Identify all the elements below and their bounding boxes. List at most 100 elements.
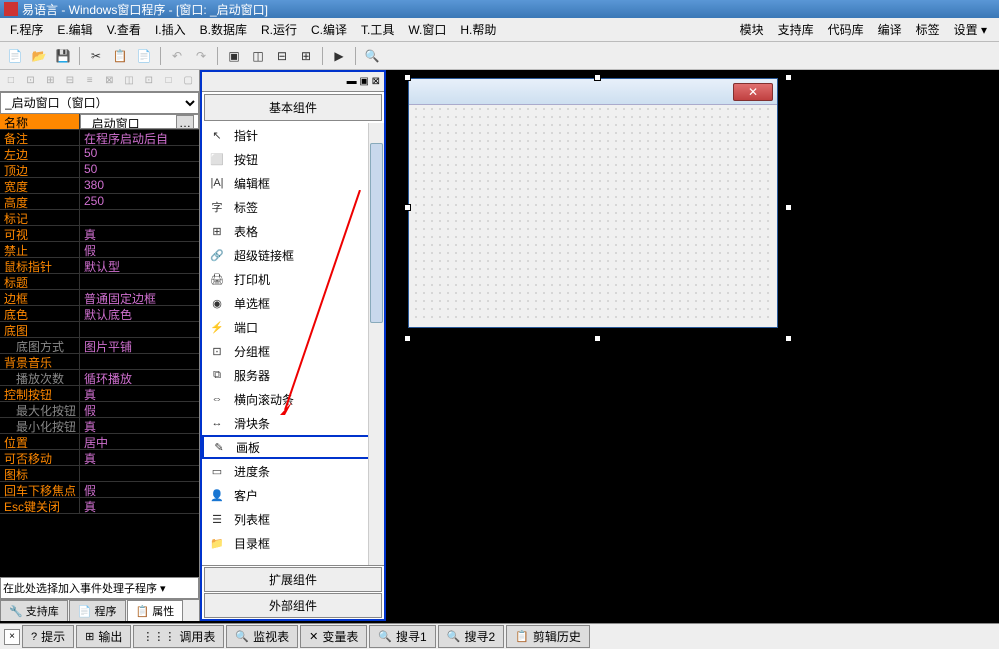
lt-btn8[interactable]: ⊡ [140,72,158,90]
menu-tools[interactable]: T.工具 [355,19,400,40]
scrollbar-thumb[interactable] [370,143,383,323]
design-canvas[interactable]: ✕ [386,70,999,621]
prop-row[interactable]: 图标 [0,466,199,482]
prop-row[interactable]: 背景音乐 [0,354,199,370]
prop-row[interactable]: 禁止假 [0,242,199,258]
cut-button[interactable]: ✂ [85,45,107,67]
resize-handle-tl[interactable] [404,74,411,81]
prop-row[interactable]: 标题 [0,274,199,290]
bt-prev[interactable]: × [4,629,20,645]
menu-edit[interactable]: E.编辑 [51,19,98,40]
prop-value[interactable]: 50 [80,146,199,161]
prop-value[interactable]: 假 [80,402,199,417]
lt-btn7[interactable]: ◫ [120,72,138,90]
prop-row[interactable]: 顶边50 [0,162,199,178]
layout1-button[interactable]: ▣ [223,45,245,67]
lt-btn9[interactable]: □ [160,72,178,90]
menu-support[interactable]: 支持库 [772,19,820,40]
prop-row[interactable]: 播放次数循环播放 [0,370,199,386]
lt-btn4[interactable]: ⊟ [61,72,79,90]
component-item[interactable]: ⇔横向滚动条 [202,387,384,411]
form-body[interactable] [412,105,774,324]
prop-row[interactable]: 底图方式图片平铺 [0,338,199,354]
tab-watch[interactable]: 🔍监视表 [226,625,298,648]
layout2-button[interactable]: ◫ [247,45,269,67]
tab-variables[interactable]: ✕变量表 [300,625,367,648]
form-close-button[interactable]: ✕ [733,83,773,101]
component-item[interactable]: 📁目录框 [202,531,384,555]
run-button[interactable]: ▶ [328,45,350,67]
save-button[interactable]: 💾 [52,45,74,67]
prop-row[interactable]: 底色默认底色 [0,306,199,322]
prop-value[interactable]: 真 [80,498,199,513]
component-item[interactable]: 字标签 [202,195,384,219]
component-item[interactable]: ⊞表格 [202,219,384,243]
prop-row[interactable]: 可否移动真 [0,450,199,466]
tab-output[interactable]: ⊞输出 [76,625,131,648]
prop-row[interactable]: 左边50 [0,146,199,162]
lt-btn1[interactable]: □ [2,72,20,90]
redo-button[interactable]: ↷ [190,45,212,67]
prop-value[interactable]: 循环播放 [80,370,199,385]
prop-value[interactable]: 图片平铺 [80,338,199,353]
lt-btn3[interactable]: ⊞ [41,72,59,90]
prop-value[interactable]: 真 [80,450,199,465]
component-list[interactable]: ↖指针⬜按钮|A|编辑框字标签⊞表格🔗超级链接框🖨打印机◉单选框⚡端口⊡分组框⧉… [202,123,384,565]
component-item[interactable]: ↔滑块条 [202,411,384,435]
extend-components[interactable]: 扩展组件 [204,567,382,592]
prop-row[interactable]: 最大化按钮假 [0,402,199,418]
tab-cliphistory[interactable]: 📋剪辑历史 [506,625,590,648]
menu-insert[interactable]: I.插入 [149,19,192,40]
menu-codelib[interactable]: 代码库 [822,19,870,40]
external-components[interactable]: 外部组件 [204,593,382,618]
resize-handle-mr[interactable] [785,204,792,211]
prop-row[interactable]: 底图 [0,322,199,338]
prop-row[interactable]: 高度250 [0,194,199,210]
tab-program[interactable]: 📄 程序 [69,600,126,621]
prop-row[interactable]: 可视真 [0,226,199,242]
prop-value[interactable] [80,274,199,289]
component-item[interactable]: ⊡分组框 [202,339,384,363]
prop-value[interactable]: 默认型 [80,258,199,273]
menu-module[interactable]: 模块 [734,19,770,40]
lt-btn5[interactable]: ≡ [81,72,99,90]
prop-row[interactable]: 回车下移焦点假 [0,482,199,498]
prop-value[interactable] [80,322,199,337]
prop-value[interactable]: 普通固定边框 [80,290,199,305]
component-item[interactable]: ⚡端口 [202,315,384,339]
component-item[interactable]: 👤客户 [202,483,384,507]
object-select[interactable]: _启动窗口（窗口） [1,95,198,111]
open-button[interactable]: 📂 [28,45,50,67]
component-item[interactable]: ◉单选框 [202,291,384,315]
menu-program[interactable]: F.程序 [4,19,49,40]
form-window[interactable]: ✕ [408,78,778,328]
component-item[interactable]: ⧉服务器 [202,363,384,387]
resize-handle-bl[interactable] [404,335,411,342]
menu-database[interactable]: B.数据库 [194,19,253,40]
paste-button[interactable]: 📄 [133,45,155,67]
layout3-button[interactable]: ⊟ [271,45,293,67]
component-item[interactable]: ✎画板 [202,435,384,459]
undo-button[interactable]: ↶ [166,45,188,67]
component-item[interactable]: |A|编辑框 [202,171,384,195]
menu-compile[interactable]: C.编译 [305,19,353,40]
component-item[interactable]: ⬜按钮 [202,147,384,171]
tab-search2[interactable]: 🔍搜寻2 [438,625,504,648]
form-designer[interactable]: ✕ [408,78,788,338]
component-item[interactable]: 🖨打印机 [202,267,384,291]
component-scrollbar[interactable] [368,123,384,565]
event-hint[interactable]: 在此处选择加入事件处理子程序 ▾ [0,577,199,599]
prop-value[interactable]: 50 [80,162,199,177]
component-item[interactable]: 🔗超级链接框 [202,243,384,267]
prop-value[interactable] [80,210,199,225]
component-item[interactable]: ☰列表框 [202,507,384,531]
lt-btn10[interactable]: ▢ [179,72,197,90]
prop-row[interactable]: Esc键关闭真 [0,498,199,514]
tab-support[interactable]: 🔧 支持库 [0,600,68,621]
lt-btn6[interactable]: ⊠ [101,72,119,90]
menu-run[interactable]: R.运行 [255,19,303,40]
prop-value[interactable]: 默认底色 [80,306,199,321]
prop-row[interactable]: 标记 [0,210,199,226]
prop-value[interactable]: 在程序启动后自 [80,130,199,145]
prop-value[interactable]: 假 [80,482,199,497]
